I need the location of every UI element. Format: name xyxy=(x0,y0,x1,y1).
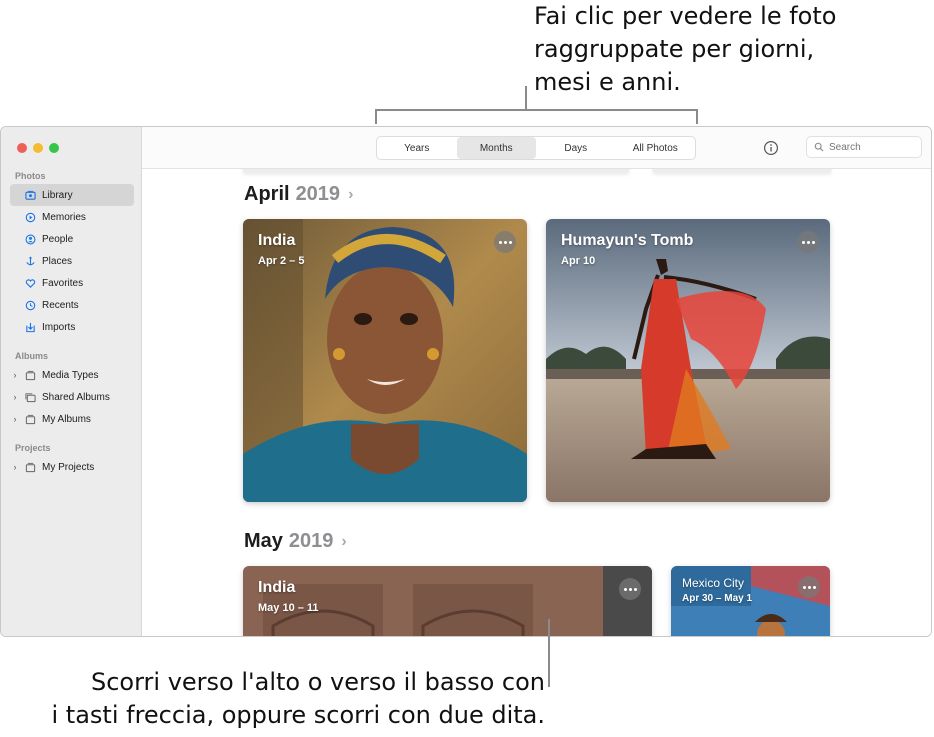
ellipsis-icon xyxy=(623,587,627,591)
sidebar-section-projects: Projects xyxy=(15,443,51,453)
chevron-right-icon[interactable]: › xyxy=(10,414,20,424)
sidebar-item-memories[interactable]: Memories xyxy=(10,206,134,228)
more-options-button[interactable] xyxy=(494,231,516,253)
sidebar-item-people[interactable]: People xyxy=(10,228,134,250)
toolbar: Years Months Days All Photos xyxy=(142,127,931,169)
card-title: India xyxy=(258,232,296,249)
chevron-right-icon[interactable]: › xyxy=(10,392,20,402)
places-icon xyxy=(23,254,37,268)
sidebar-section-albums: Albums xyxy=(15,351,49,361)
callout-scroll: Scorri verso l'alto o verso il basso con… xyxy=(51,668,546,729)
tab-months[interactable]: Months xyxy=(456,137,536,159)
sidebar: Photos Library Memories People Places Fa… xyxy=(1,127,142,636)
import-icon xyxy=(23,320,37,334)
ellipsis-icon xyxy=(802,585,806,589)
previous-row-edge xyxy=(652,169,832,173)
callout-leader-top-vertical xyxy=(525,86,527,110)
month-heading-april[interactable]: April 2019 › xyxy=(244,183,353,206)
chevron-right-icon[interactable]: › xyxy=(10,462,20,472)
search-field[interactable] xyxy=(806,136,922,158)
library-icon xyxy=(23,188,37,202)
heart-icon xyxy=(23,276,37,290)
shared-album-icon xyxy=(23,390,37,404)
more-options-button[interactable] xyxy=(797,231,819,253)
card-title: India xyxy=(258,579,296,596)
card-date: Apr 2 – 5 xyxy=(258,255,305,267)
tab-years[interactable]: Years xyxy=(377,137,457,159)
sidebar-section-photos: Photos xyxy=(15,171,46,181)
sidebar-item-places[interactable]: Places xyxy=(10,250,134,272)
card-date: May 10 – 11 xyxy=(258,602,319,614)
view-segmented-control: Years Months Days All Photos xyxy=(376,136,696,160)
photo-card-india-april[interactable]: India Apr 2 – 5 xyxy=(243,219,527,502)
callout-leader-top-right-tick xyxy=(696,109,698,124)
more-options-button[interactable] xyxy=(798,576,820,598)
card-title: Humayun's Tomb xyxy=(561,232,694,249)
photo-card-india-may[interactable]: India May 10 – 11 xyxy=(243,566,652,636)
card-date: Apr 30 – May 1 xyxy=(682,593,753,604)
sidebar-item-my-albums[interactable]: › My Albums xyxy=(10,408,134,430)
photo-carved-doors xyxy=(243,566,652,636)
sidebar-item-favorites[interactable]: Favorites xyxy=(10,272,134,294)
close-window-button[interactable] xyxy=(17,143,27,153)
ellipsis-icon xyxy=(801,240,805,244)
chevron-right-icon[interactable]: › xyxy=(10,370,20,380)
ellipsis-icon xyxy=(498,240,502,244)
card-date: Apr 10 xyxy=(561,255,596,267)
previous-row-edge xyxy=(242,169,630,173)
callout-view-tabs: Fai clic per vedere le foto raggruppate … xyxy=(534,2,837,96)
sidebar-item-media-types[interactable]: › Media Types xyxy=(10,364,134,386)
photos-window: Photos Library Memories People Places Fa… xyxy=(0,126,932,637)
sidebar-item-library[interactable]: Library xyxy=(10,184,134,206)
sidebar-item-recents[interactable]: Recents xyxy=(10,294,134,316)
callout-leader-bottom xyxy=(548,619,550,687)
tab-all-photos[interactable]: All Photos xyxy=(616,137,696,159)
zoom-window-button[interactable] xyxy=(49,143,59,153)
photo-card-humayuns-tomb[interactable]: Humayun's Tomb Apr 10 xyxy=(546,219,830,502)
photo-card-mexico-city[interactable]: Mexico City Apr 30 – May 1 xyxy=(671,566,830,636)
folder-icon xyxy=(23,368,37,382)
tab-days[interactable]: Days xyxy=(536,137,616,159)
minimize-window-button[interactable] xyxy=(33,143,43,153)
folder-icon xyxy=(23,460,37,474)
callout-leader-top-left-tick xyxy=(375,109,377,124)
memories-icon xyxy=(23,210,37,224)
chevron-right-icon: › xyxy=(341,532,347,550)
sidebar-item-my-projects[interactable]: › My Projects xyxy=(10,456,134,478)
callout-leader-top-bracket xyxy=(375,109,698,111)
search-input[interactable] xyxy=(829,141,914,153)
info-button[interactable] xyxy=(763,140,779,156)
more-options-button[interactable] xyxy=(619,578,641,600)
folder-icon xyxy=(23,412,37,426)
info-icon xyxy=(763,140,779,156)
photo-grid[interactable]: April 2019 › India Apr 2 – 5 Humayun's T… xyxy=(142,169,931,636)
month-heading-may[interactable]: May 2019 › xyxy=(244,530,347,553)
search-icon xyxy=(814,142,824,152)
sidebar-item-shared-albums[interactable]: › Shared Albums xyxy=(10,386,134,408)
clock-icon xyxy=(23,298,37,312)
people-icon xyxy=(23,232,37,246)
card-title: Mexico City xyxy=(682,576,745,590)
sidebar-item-imports[interactable]: Imports xyxy=(10,316,134,338)
chevron-right-icon: › xyxy=(348,185,354,203)
